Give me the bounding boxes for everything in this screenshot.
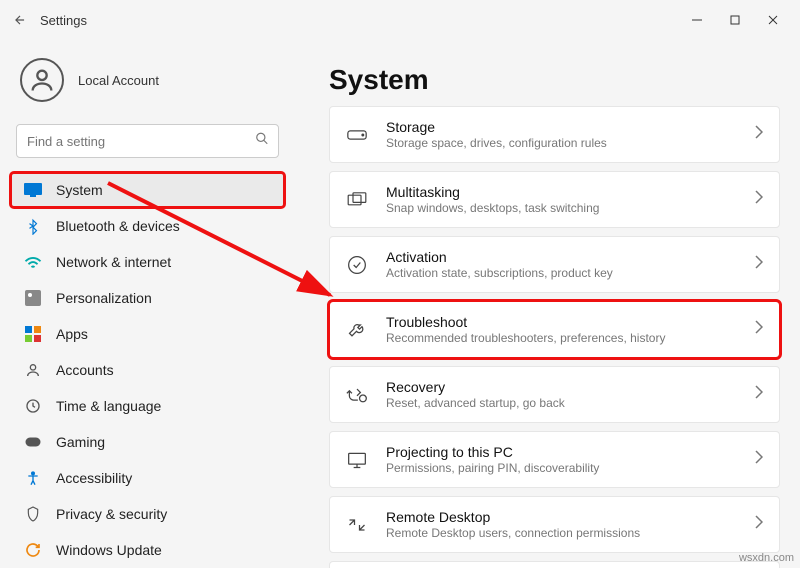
card-text: Remote Desktop Remote Desktop users, con… xyxy=(386,509,737,540)
accessibility-icon xyxy=(24,469,42,487)
card-title: Troubleshoot xyxy=(386,314,737,330)
sidebar-item-accounts[interactable]: Accounts xyxy=(10,352,285,388)
account-name: Local Account xyxy=(78,73,159,88)
multitasking-icon xyxy=(346,189,368,211)
card-text: Activation Activation state, subscriptio… xyxy=(386,249,737,280)
card-title: Recovery xyxy=(386,379,737,395)
card-title: Multitasking xyxy=(386,184,737,200)
sidebar-item-label: Privacy & security xyxy=(56,506,167,522)
card-title: Activation xyxy=(386,249,737,265)
recovery-icon xyxy=(346,384,368,406)
window-title: Settings xyxy=(40,13,87,28)
update-icon xyxy=(24,541,42,559)
avatar-icon xyxy=(20,58,64,102)
sidebar-item-label: Time & language xyxy=(56,398,161,414)
card-title: Remote Desktop xyxy=(386,509,737,525)
card-sub: Activation state, subscriptions, product… xyxy=(386,266,737,280)
search-input[interactable] xyxy=(16,124,279,158)
sidebar-item-windows-update[interactable]: Windows Update xyxy=(10,532,285,568)
minimize-button[interactable] xyxy=(678,5,716,35)
card-sub: Recommended troubleshooters, preferences… xyxy=(386,331,737,345)
gaming-icon xyxy=(24,433,42,451)
sidebar-item-label: Accounts xyxy=(56,362,114,378)
card-troubleshoot[interactable]: Troubleshoot Recommended troubleshooters… xyxy=(329,301,780,358)
card-activation[interactable]: Activation Activation state, subscriptio… xyxy=(329,236,780,293)
close-button[interactable] xyxy=(754,5,792,35)
card-recovery[interactable]: Recovery Reset, advanced startup, go bac… xyxy=(329,366,780,423)
card-storage[interactable]: Storage Storage space, drives, configura… xyxy=(329,106,780,163)
card-title: Storage xyxy=(386,119,737,135)
sidebar: Local Account System Bluetooth & devices… xyxy=(0,40,295,568)
card-sub: Snap windows, desktops, task switching xyxy=(386,201,737,215)
remote-desktop-icon xyxy=(346,514,368,536)
sidebar-item-system[interactable]: System xyxy=(10,172,285,208)
card-text: Multitasking Snap windows, desktops, tas… xyxy=(386,184,737,215)
card-remote-desktop[interactable]: Remote Desktop Remote Desktop users, con… xyxy=(329,496,780,553)
back-button[interactable] xyxy=(8,8,32,32)
time-icon xyxy=(24,397,42,415)
maximize-button[interactable] xyxy=(716,5,754,35)
chevron-right-icon xyxy=(755,190,763,209)
sidebar-item-privacy[interactable]: Privacy & security xyxy=(10,496,285,532)
nav-list: System Bluetooth & devices Network & int… xyxy=(10,172,285,568)
card-sub: Reset, advanced startup, go back xyxy=(386,396,737,410)
watermark: wsxdn.com xyxy=(739,552,794,564)
card-text: Storage Storage space, drives, configura… xyxy=(386,119,737,150)
troubleshoot-icon xyxy=(346,319,368,341)
sidebar-item-network[interactable]: Network & internet xyxy=(10,244,285,280)
sidebar-item-label: Gaming xyxy=(56,434,105,450)
chevron-right-icon xyxy=(755,255,763,274)
sidebar-item-apps[interactable]: Apps xyxy=(10,316,285,352)
storage-icon xyxy=(346,124,368,146)
sidebar-item-time-language[interactable]: Time & language xyxy=(10,388,285,424)
main-content: System Storage Storage space, drives, co… xyxy=(295,40,800,568)
wifi-icon xyxy=(24,253,42,271)
accounts-icon xyxy=(24,361,42,379)
card-sub: Storage space, drives, configuration rul… xyxy=(386,136,737,150)
sidebar-item-label: Apps xyxy=(56,326,88,342)
sidebar-item-label: Windows Update xyxy=(56,542,162,558)
card-text: Troubleshoot Recommended troubleshooters… xyxy=(386,314,737,345)
search-icon xyxy=(255,132,269,151)
privacy-icon xyxy=(24,505,42,523)
system-icon xyxy=(24,181,42,199)
card-clipboard[interactable]: Clipboard xyxy=(329,561,780,568)
sidebar-item-label: System xyxy=(56,182,103,198)
activation-icon xyxy=(346,254,368,276)
page-title: System xyxy=(329,64,780,96)
chevron-right-icon xyxy=(755,450,763,469)
card-text: Recovery Reset, advanced startup, go bac… xyxy=(386,379,737,410)
sidebar-item-bluetooth[interactable]: Bluetooth & devices xyxy=(10,208,285,244)
card-sub: Permissions, pairing PIN, discoverabilit… xyxy=(386,461,737,475)
sidebar-item-accessibility[interactable]: Accessibility xyxy=(10,460,285,496)
window-controls xyxy=(678,5,792,35)
sidebar-item-personalization[interactable]: Personalization xyxy=(10,280,285,316)
personalization-icon xyxy=(24,289,42,307)
sidebar-item-label: Bluetooth & devices xyxy=(56,218,180,234)
card-multitasking[interactable]: Multitasking Snap windows, desktops, tas… xyxy=(329,171,780,228)
sidebar-item-label: Accessibility xyxy=(56,470,132,486)
projecting-icon xyxy=(346,449,368,471)
card-sub: Remote Desktop users, connection permiss… xyxy=(386,526,737,540)
sidebar-item-label: Personalization xyxy=(56,290,152,306)
card-text: Projecting to this PC Permissions, pairi… xyxy=(386,444,737,475)
chevron-right-icon xyxy=(755,320,763,339)
sidebar-item-label: Network & internet xyxy=(56,254,171,270)
chevron-right-icon xyxy=(755,125,763,144)
apps-icon xyxy=(24,325,42,343)
card-title: Projecting to this PC xyxy=(386,444,737,460)
chevron-right-icon xyxy=(755,385,763,404)
titlebar: Settings xyxy=(0,0,800,40)
chevron-right-icon xyxy=(755,515,763,534)
sidebar-item-gaming[interactable]: Gaming xyxy=(10,424,285,460)
account-section[interactable]: Local Account xyxy=(10,40,285,124)
search-wrapper xyxy=(16,124,279,158)
bluetooth-icon xyxy=(24,217,42,235)
card-projecting[interactable]: Projecting to this PC Permissions, pairi… xyxy=(329,431,780,488)
